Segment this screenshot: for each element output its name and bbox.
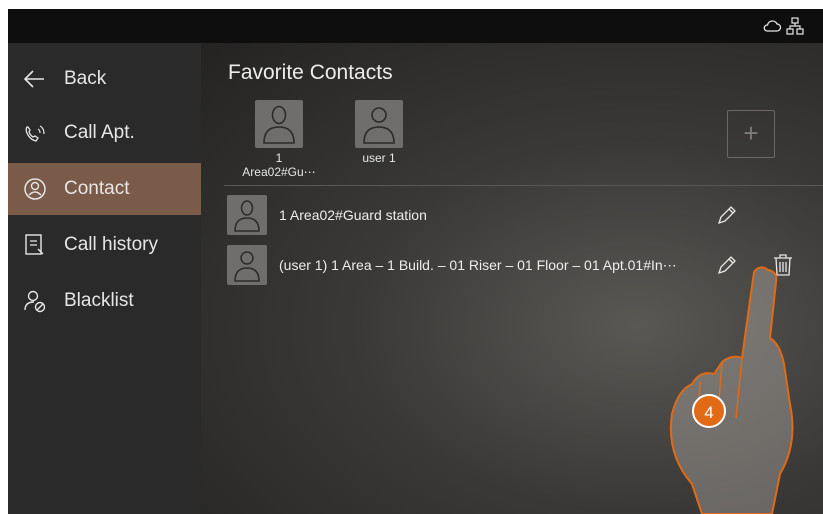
sidebar-item-label: Back bbox=[64, 68, 107, 89]
person-icon bbox=[263, 105, 295, 144]
sidebar-item-blacklist[interactable]: Blacklist bbox=[8, 275, 201, 327]
sidebar-item-call-apt[interactable]: Call Apt. bbox=[8, 107, 201, 159]
contact-avatar bbox=[255, 100, 303, 148]
divider bbox=[224, 185, 823, 186]
arrow-left-icon bbox=[23, 70, 44, 88]
favorite-label-line2: Area02#Gu⋯ bbox=[242, 165, 316, 179]
sidebar-item-back[interactable]: Back bbox=[8, 53, 201, 105]
blacklist-icon bbox=[24, 290, 46, 313]
contact-avatar bbox=[355, 100, 403, 148]
sidebar-item-label: Call history bbox=[64, 234, 158, 255]
favorite-label-line1: 1 bbox=[275, 151, 283, 165]
hand-pointer-illustration bbox=[669, 266, 794, 514]
contact-row[interactable]: 1 Area02#Guard station bbox=[227, 195, 807, 237]
contact-name: 1 Area02#Guard station bbox=[279, 207, 427, 223]
sidebar-item-call-history[interactable]: Call history bbox=[8, 219, 201, 271]
sidebar-item-label: Call Apt. bbox=[64, 122, 135, 143]
contact-avatar bbox=[227, 245, 267, 285]
network-icon bbox=[786, 17, 804, 35]
sidebar-item-contact[interactable]: Contact bbox=[8, 163, 201, 215]
contact-icon bbox=[24, 178, 46, 200]
add-favorite-button[interactable]: + bbox=[727, 110, 775, 158]
cloud-icon bbox=[763, 20, 782, 32]
edit-icon[interactable] bbox=[715, 203, 739, 227]
contact-avatar bbox=[227, 195, 267, 235]
sidebar: Back Call Apt. Contact Call history Blac… bbox=[8, 43, 201, 514]
phone-icon bbox=[25, 125, 45, 142]
person-icon bbox=[234, 251, 260, 282]
person-icon bbox=[363, 107, 395, 144]
step-badge: 4 bbox=[692, 394, 726, 428]
favorite-contact-2[interactable]: user 1 bbox=[339, 100, 419, 165]
device-screen: Back Call Apt. Contact Call history Blac… bbox=[8, 9, 823, 514]
contact-name: (user 1) 1 Area – 1 Build. – 01 Riser – … bbox=[279, 257, 677, 273]
person-icon bbox=[234, 200, 260, 232]
sidebar-item-label: Blacklist bbox=[64, 290, 134, 311]
favorite-contact-1[interactable]: 1 Area02#Gu⋯ bbox=[239, 100, 319, 179]
favorite-label-line1: user 1 bbox=[362, 151, 396, 165]
status-bar bbox=[8, 9, 823, 43]
call-history-icon bbox=[25, 234, 44, 255]
sidebar-item-label: Contact bbox=[64, 178, 130, 199]
page-title: Favorite Contacts bbox=[228, 61, 393, 84]
